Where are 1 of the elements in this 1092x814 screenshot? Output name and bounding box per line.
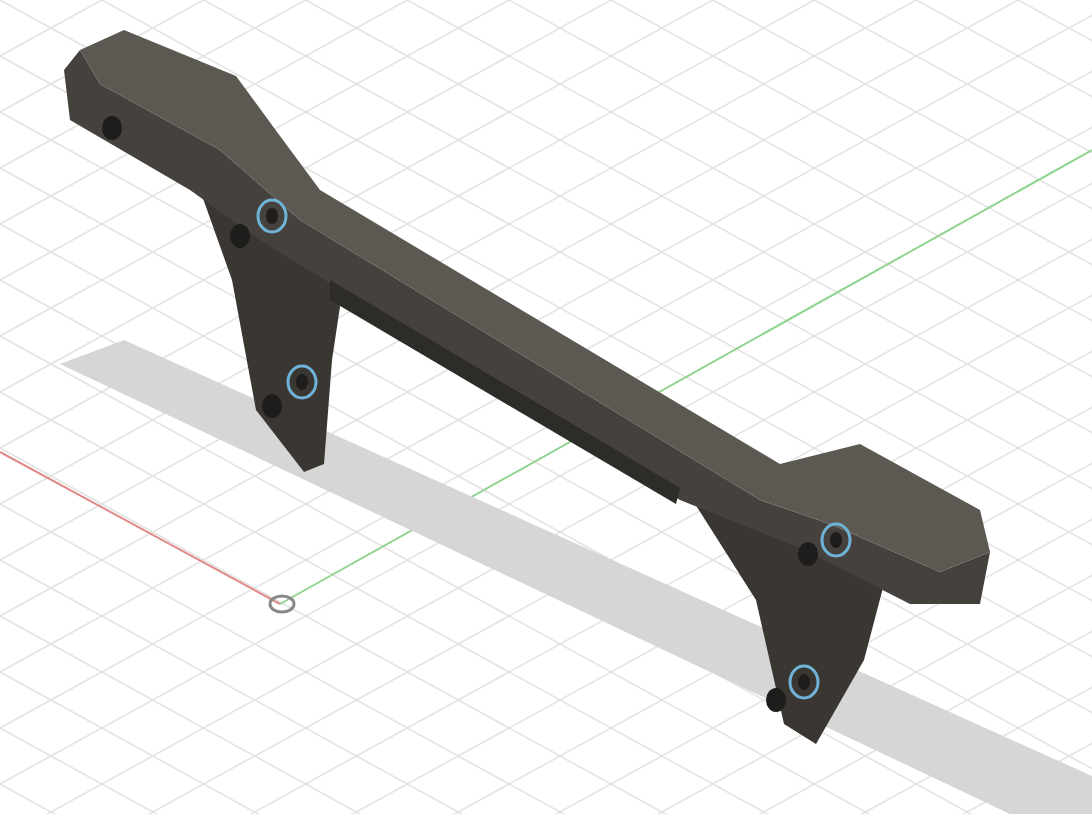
origin-icon <box>268 594 296 614</box>
